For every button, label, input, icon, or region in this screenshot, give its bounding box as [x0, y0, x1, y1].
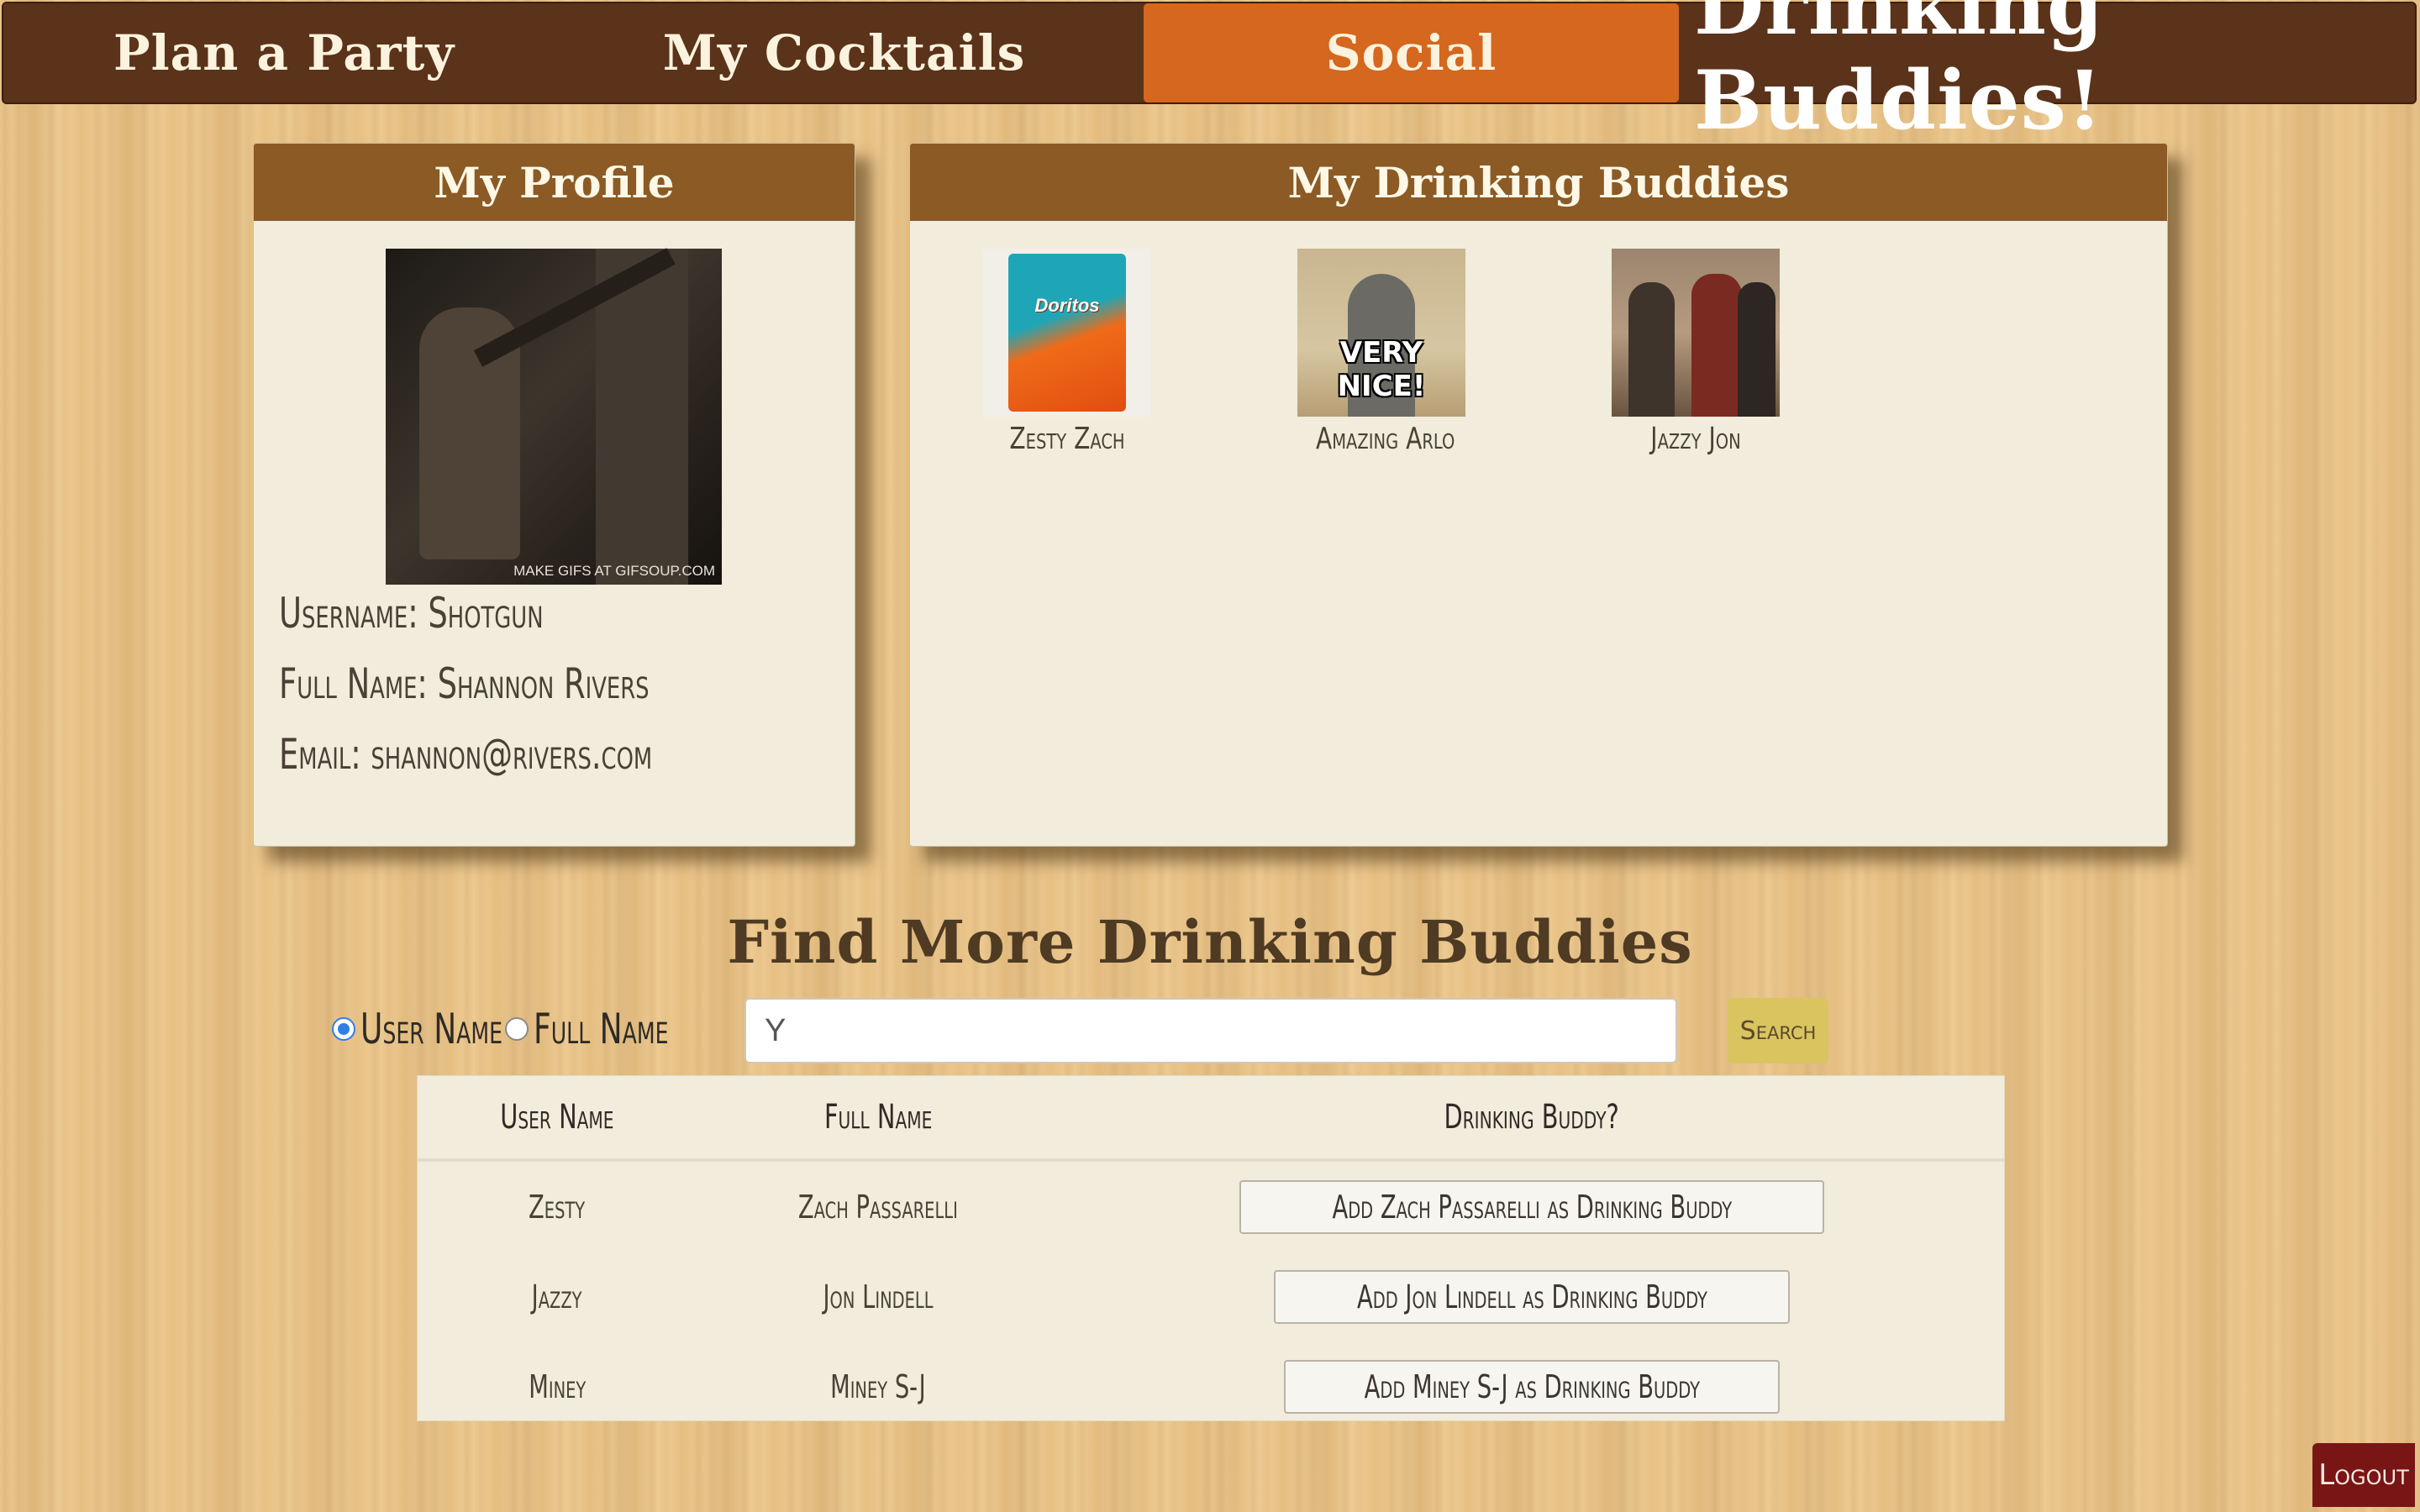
add-buddy-button[interactable]: Add Jon Lindell as Drinking Buddy [1273, 1269, 1791, 1324]
buddy-avatar-borat[interactable]: VERY NICE! [1297, 249, 1465, 417]
add-buddy-button[interactable]: Add Miney S-J as Drinking Buddy [1283, 1359, 1781, 1414]
brand-title: Drinking Buddies! [1694, 0, 2104, 148]
doritos-logo-text: Doritos [1034, 295, 1100, 316]
cell-fullname: Jon Lindell [823, 1278, 934, 1315]
buddy-card-amazing-arlo[interactable]: VERY NICE! Amazing Arlo [1297, 249, 1465, 456]
buddy-search-input[interactable] [744, 998, 1677, 1063]
search-results-table: User Name Full Name Drinking Buddy? Zest… [417, 1075, 2005, 1421]
buddy-avatar-jazzy[interactable] [1612, 249, 1780, 417]
buddy-name: Jazzy Jon [1650, 422, 1741, 456]
buddy-card-zesty-zach[interactable]: Doritos Zesty Zach [983, 249, 1151, 456]
profile-panel-title: My Profile [254, 144, 855, 221]
table-row: Miney Miney S-J Add Miney S-J as Drinkin… [418, 1341, 2004, 1431]
buddies-panel-title: My Drinking Buddies [910, 144, 2167, 221]
profile-panel: My Profile MAKE GIFS AT GIFSOUP.COM User… [253, 143, 855, 847]
drinking-buddies-panel: My Drinking Buddies Doritos Zesty Zach V… [909, 143, 2168, 847]
buddy-avatar-doritos[interactable]: Doritos [983, 249, 1151, 417]
add-buddy-button[interactable]: Add Zach Passarelli as Drinking Buddy [1239, 1179, 1825, 1234]
cell-username: Miney [528, 1368, 587, 1405]
cell-fullname: Miney S-J [830, 1368, 926, 1405]
cell-action: Add Zach Passarelli as Drinking Buddy [1060, 1160, 2004, 1252]
cell-username: Jazzy [532, 1278, 582, 1315]
nav-plan-a-party[interactable]: Plan a Party [3, 3, 565, 102]
column-header-drinking-buddy: Drinking Buddy? [1060, 1076, 2004, 1162]
profile-email: Email: shannon@rivers.com [279, 730, 653, 779]
radio-fullname[interactable] [505, 1017, 529, 1041]
radio-username-label[interactable]: User Name [360, 1005, 502, 1053]
find-buddies-heading: Find More Drinking Buddies [727, 907, 1693, 977]
results-header-row: User Name Full Name Drinking Buddy? [418, 1076, 2004, 1162]
radio-username[interactable] [332, 1017, 355, 1041]
profile-image-caption: MAKE GIFS AT GIFSOUP.COM [513, 563, 715, 579]
cell-action: Add Jon Lindell as Drinking Buddy [1060, 1252, 2004, 1341]
buddy-name: Zesty Zach [1009, 422, 1125, 456]
table-row: Jazzy Jon Lindell Add Jon Lindell as Dri… [418, 1252, 2004, 1341]
cell-username: Zesty [529, 1188, 586, 1226]
profile-avatar-image: MAKE GIFS AT GIFSOUP.COM [386, 248, 722, 585]
buddy-card-jazzy-jon[interactable]: Jazzy Jon [1612, 249, 1780, 456]
column-header-username: User Name [418, 1076, 697, 1162]
radio-fullname-label[interactable]: Full Name [534, 1005, 669, 1053]
nav-social[interactable]: Social [1144, 3, 1679, 102]
top-navbar: Plan a Party My Cocktails Social Drinkin… [2, 0, 2417, 148]
table-row: Zesty Zach Passarelli Add Zach Passarell… [418, 1160, 2004, 1252]
very-nice-caption: VERY NICE! [1337, 336, 1426, 403]
logout-button[interactable]: Logout [2312, 1443, 2415, 1507]
search-mode-radio-group: User Name Full Name [332, 1000, 678, 1058]
search-button[interactable]: Search [1728, 998, 1828, 1063]
profile-fullname: Full Name: Shannon Rivers [279, 659, 650, 708]
column-header-fullname: Full Name [697, 1076, 1060, 1162]
cell-action: Add Miney S-J as Drinking Buddy [1060, 1341, 2004, 1431]
buddy-name: Amazing Arlo [1316, 422, 1455, 456]
profile-username: Username: Shotgun [279, 589, 544, 638]
nav-my-cocktails[interactable]: My Cocktails [565, 3, 1123, 102]
cell-fullname: Zach Passarelli [798, 1188, 958, 1226]
